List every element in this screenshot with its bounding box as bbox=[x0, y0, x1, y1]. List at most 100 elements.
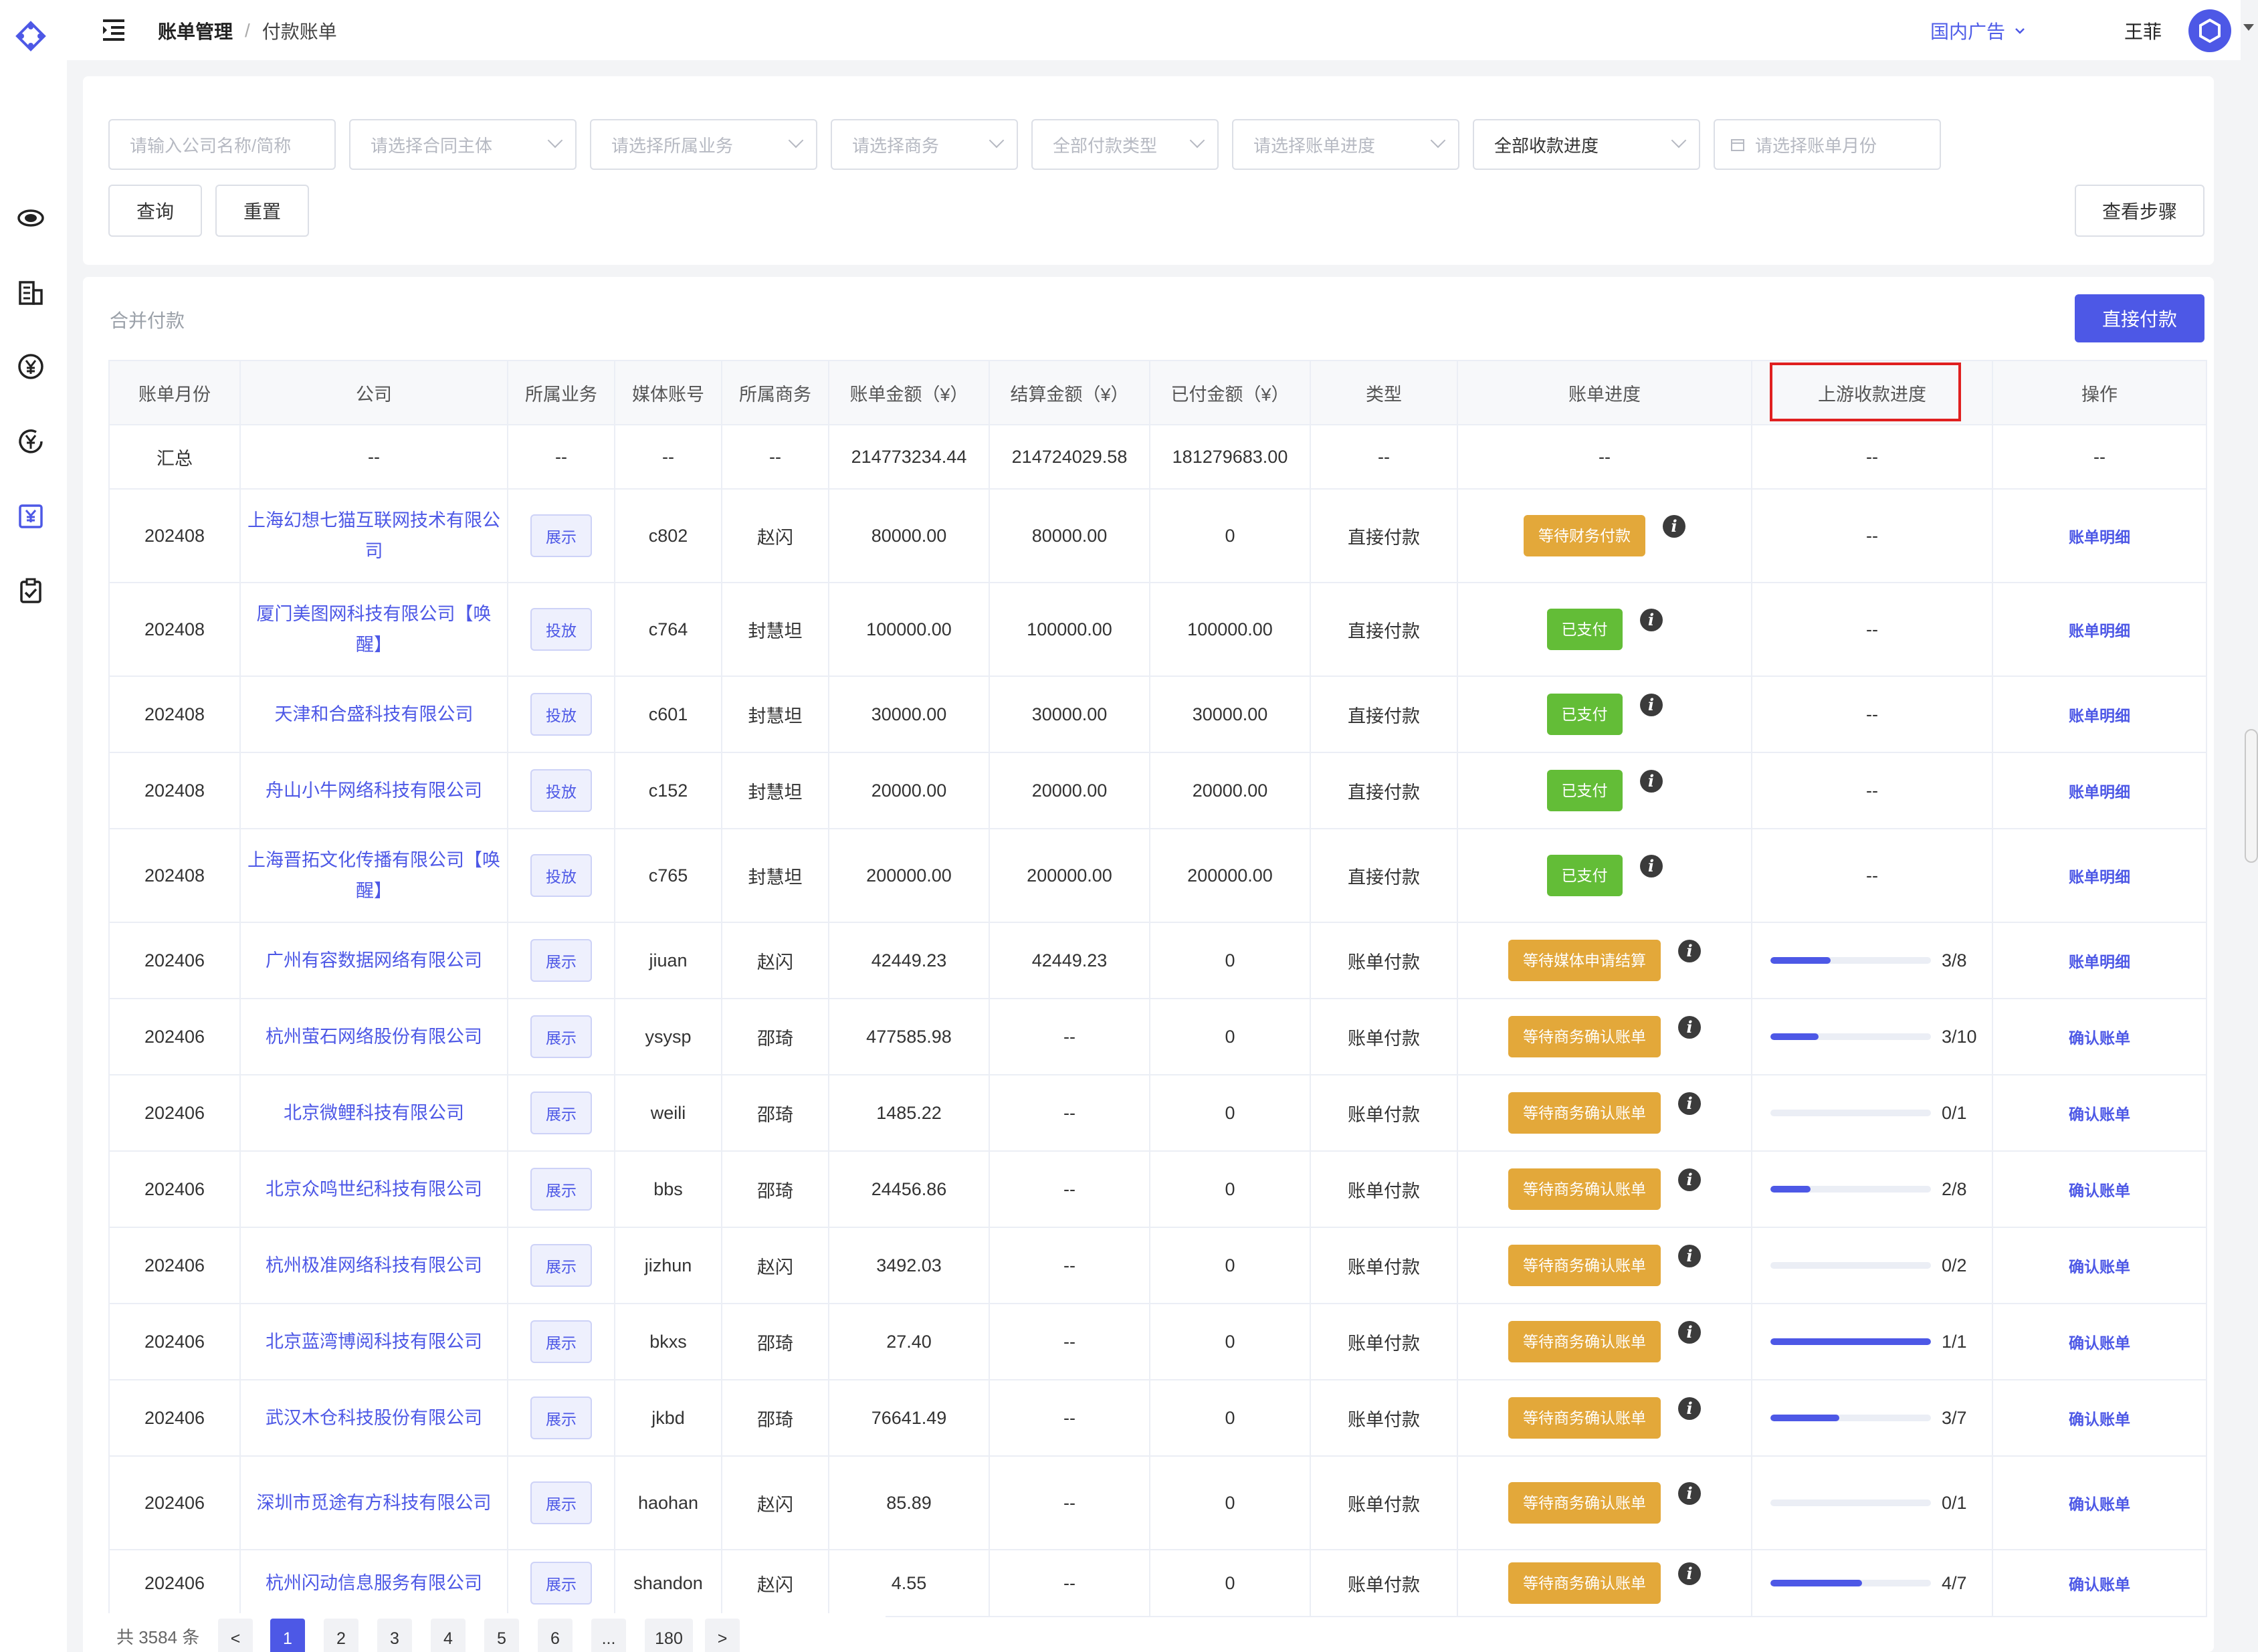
company-link[interactable]: 深圳市觅途有方科技有限公司 bbox=[239, 1455, 508, 1550]
direct-pay-button[interactable]: 直接付款 bbox=[2075, 294, 2204, 342]
region-dropdown[interactable]: 国内广告 bbox=[1930, 17, 2027, 44]
bill-progress-cell: 等待商务确认账单 i bbox=[1457, 998, 1752, 1075]
next-page-button[interactable]: > bbox=[705, 1619, 740, 1652]
action-link[interactable]: 确认账单 bbox=[1992, 1227, 2207, 1304]
contract-entity-select[interactable]: 请选择合同主体 bbox=[349, 119, 577, 170]
page-3[interactable]: 3 bbox=[377, 1619, 412, 1652]
action-link[interactable]: 确认账单 bbox=[1992, 1455, 2207, 1550]
col-settle-amount: 结算金额（¥） bbox=[989, 360, 1150, 425]
paid-amount-cell: 0 bbox=[1149, 1549, 1311, 1617]
action-link[interactable]: 确认账单 bbox=[1992, 1150, 2207, 1228]
action-link[interactable]: 账单明细 bbox=[1992, 488, 2207, 583]
page-2[interactable]: 2 bbox=[324, 1619, 358, 1652]
info-icon[interactable]: i bbox=[1678, 1245, 1701, 1267]
company-link[interactable]: 武汉木仓科技股份有限公司 bbox=[239, 1379, 508, 1457]
summary-cell: -- bbox=[239, 424, 508, 490]
company-link[interactable]: 舟山小牛网络科技有限公司 bbox=[239, 752, 508, 829]
page-4[interactable]: 4 bbox=[431, 1619, 466, 1652]
action-link[interactable]: 账单明细 bbox=[1992, 922, 2207, 999]
action-link[interactable]: 账单明细 bbox=[1992, 676, 2207, 753]
yen-refresh-icon[interactable] bbox=[15, 425, 47, 457]
status-badge: 等待商务确认账单 bbox=[1508, 1016, 1661, 1057]
info-icon[interactable]: i bbox=[1678, 1482, 1701, 1505]
business-select[interactable]: 请选择所属业务 bbox=[590, 119, 817, 170]
yen-ledger-icon[interactable] bbox=[15, 500, 47, 532]
pay-type-select[interactable]: 全部付款类型 bbox=[1031, 119, 1219, 170]
info-icon[interactable]: i bbox=[1639, 609, 1663, 631]
merge-pay-button[interactable]: 合并付款 bbox=[110, 306, 185, 333]
info-icon[interactable]: i bbox=[1639, 855, 1663, 877]
bill-month-cell: 202408 bbox=[108, 676, 241, 753]
username[interactable]: 王菲 bbox=[2124, 17, 2162, 44]
paid-amount-cell: 0 bbox=[1149, 1150, 1311, 1228]
action-link[interactable]: 确认账单 bbox=[1992, 1549, 2207, 1617]
company-link[interactable]: 北京众鸣世纪科技有限公司 bbox=[239, 1150, 508, 1228]
info-icon[interactable]: i bbox=[1678, 1016, 1701, 1039]
business-cell: 展示 bbox=[507, 1455, 615, 1550]
company-link[interactable]: 上海晋拓文化传播有限公司【唤醒】 bbox=[239, 828, 508, 923]
action-link[interactable]: 确认账单 bbox=[1992, 1379, 2207, 1457]
bill-amount-cell: 3492.03 bbox=[828, 1227, 990, 1304]
chevron-down-icon bbox=[1430, 132, 1446, 148]
avatar[interactable] bbox=[2188, 9, 2231, 52]
type-cell: 账单付款 bbox=[1310, 922, 1458, 999]
company-link[interactable]: 天津和合盛科技有限公司 bbox=[239, 676, 508, 753]
media-account-cell: c802 bbox=[614, 488, 722, 583]
clipboard-check-icon[interactable] bbox=[15, 575, 47, 607]
paid-amount-cell: 0 bbox=[1149, 922, 1311, 999]
info-icon[interactable]: i bbox=[1678, 1168, 1701, 1191]
company-link[interactable]: 杭州极准网络科技有限公司 bbox=[239, 1227, 508, 1304]
media-account-cell: c152 bbox=[614, 752, 722, 829]
receive-progress-select[interactable]: 全部收款进度 bbox=[1473, 119, 1700, 170]
upstream-progress-cell: 1/1 bbox=[1751, 1303, 1993, 1380]
bill-progress-select[interactable]: 请选择账单进度 bbox=[1232, 119, 1459, 170]
breadcrumb-bill-management[interactable]: 账单管理 bbox=[158, 17, 233, 44]
summary-cell: 181279683.00 bbox=[1149, 424, 1311, 490]
page-1[interactable]: 1 bbox=[270, 1619, 305, 1652]
action-link[interactable]: 账单明细 bbox=[1992, 752, 2207, 829]
menu-fold-icon[interactable] bbox=[102, 19, 126, 41]
action-link[interactable]: 确认账单 bbox=[1992, 998, 2207, 1075]
view-steps-button[interactable]: 查看步骤 bbox=[2075, 185, 2204, 237]
page-6[interactable]: 6 bbox=[538, 1619, 573, 1652]
progress-bar-group: 2/8 bbox=[1756, 1179, 1988, 1200]
company-link[interactable]: 上海幻想七猫互联网技术有限公司 bbox=[239, 488, 508, 583]
reset-button[interactable]: 重置 bbox=[215, 185, 309, 237]
logo-icon[interactable] bbox=[15, 20, 47, 52]
company-link[interactable]: 杭州闪动信息服务有限公司 bbox=[239, 1549, 508, 1617]
merchant-select[interactable]: 请选择商务 bbox=[831, 119, 1018, 170]
company-link[interactable]: 北京蓝湾博阅科技有限公司 bbox=[239, 1303, 508, 1380]
company-search-input[interactable]: 请输入公司名称/简称 bbox=[108, 119, 336, 170]
info-icon[interactable]: i bbox=[1678, 1397, 1701, 1420]
query-button[interactable]: 查询 bbox=[108, 185, 202, 237]
page-ellipsis[interactable]: ... bbox=[591, 1619, 626, 1652]
action-link[interactable]: 账单明细 bbox=[1992, 582, 2207, 677]
info-icon[interactable]: i bbox=[1663, 515, 1685, 538]
page-scrollbar[interactable] bbox=[2245, 729, 2258, 863]
company-link[interactable]: 广州有容数据网络有限公司 bbox=[239, 922, 508, 999]
bill-month-picker[interactable]: 请选择账单月份 bbox=[1714, 119, 1941, 170]
caret-down-icon[interactable] bbox=[2243, 24, 2254, 31]
info-icon[interactable]: i bbox=[1678, 1321, 1701, 1344]
page-5[interactable]: 5 bbox=[484, 1619, 519, 1652]
yen-circle-icon[interactable] bbox=[15, 350, 47, 383]
bill-amount-cell: 1485.22 bbox=[828, 1074, 990, 1152]
progress-bar-group: 0/1 bbox=[1756, 1493, 1988, 1514]
action-link[interactable]: 账单明细 bbox=[1992, 828, 2207, 923]
page-180[interactable]: 180 bbox=[645, 1619, 693, 1652]
col-type: 类型 bbox=[1310, 360, 1458, 425]
info-icon[interactable]: i bbox=[1639, 694, 1663, 716]
info-icon[interactable]: i bbox=[1639, 770, 1663, 793]
info-icon[interactable]: i bbox=[1678, 940, 1701, 962]
info-icon[interactable]: i bbox=[1678, 1562, 1701, 1585]
prev-page-button[interactable]: < bbox=[218, 1619, 253, 1652]
building-icon[interactable] bbox=[15, 277, 47, 309]
company-link[interactable]: 杭州萤石网络股份有限公司 bbox=[239, 998, 508, 1075]
company-link[interactable]: 北京微鲤科技有限公司 bbox=[239, 1074, 508, 1152]
company-link[interactable]: 厦门美图网科技有限公司【唤醒】 bbox=[239, 582, 508, 677]
paid-amount-cell: 0 bbox=[1149, 1303, 1311, 1380]
coin-stack-icon[interactable] bbox=[15, 202, 47, 234]
action-link[interactable]: 确认账单 bbox=[1992, 1074, 2207, 1152]
action-link[interactable]: 确认账单 bbox=[1992, 1303, 2207, 1380]
info-icon[interactable]: i bbox=[1678, 1092, 1701, 1115]
